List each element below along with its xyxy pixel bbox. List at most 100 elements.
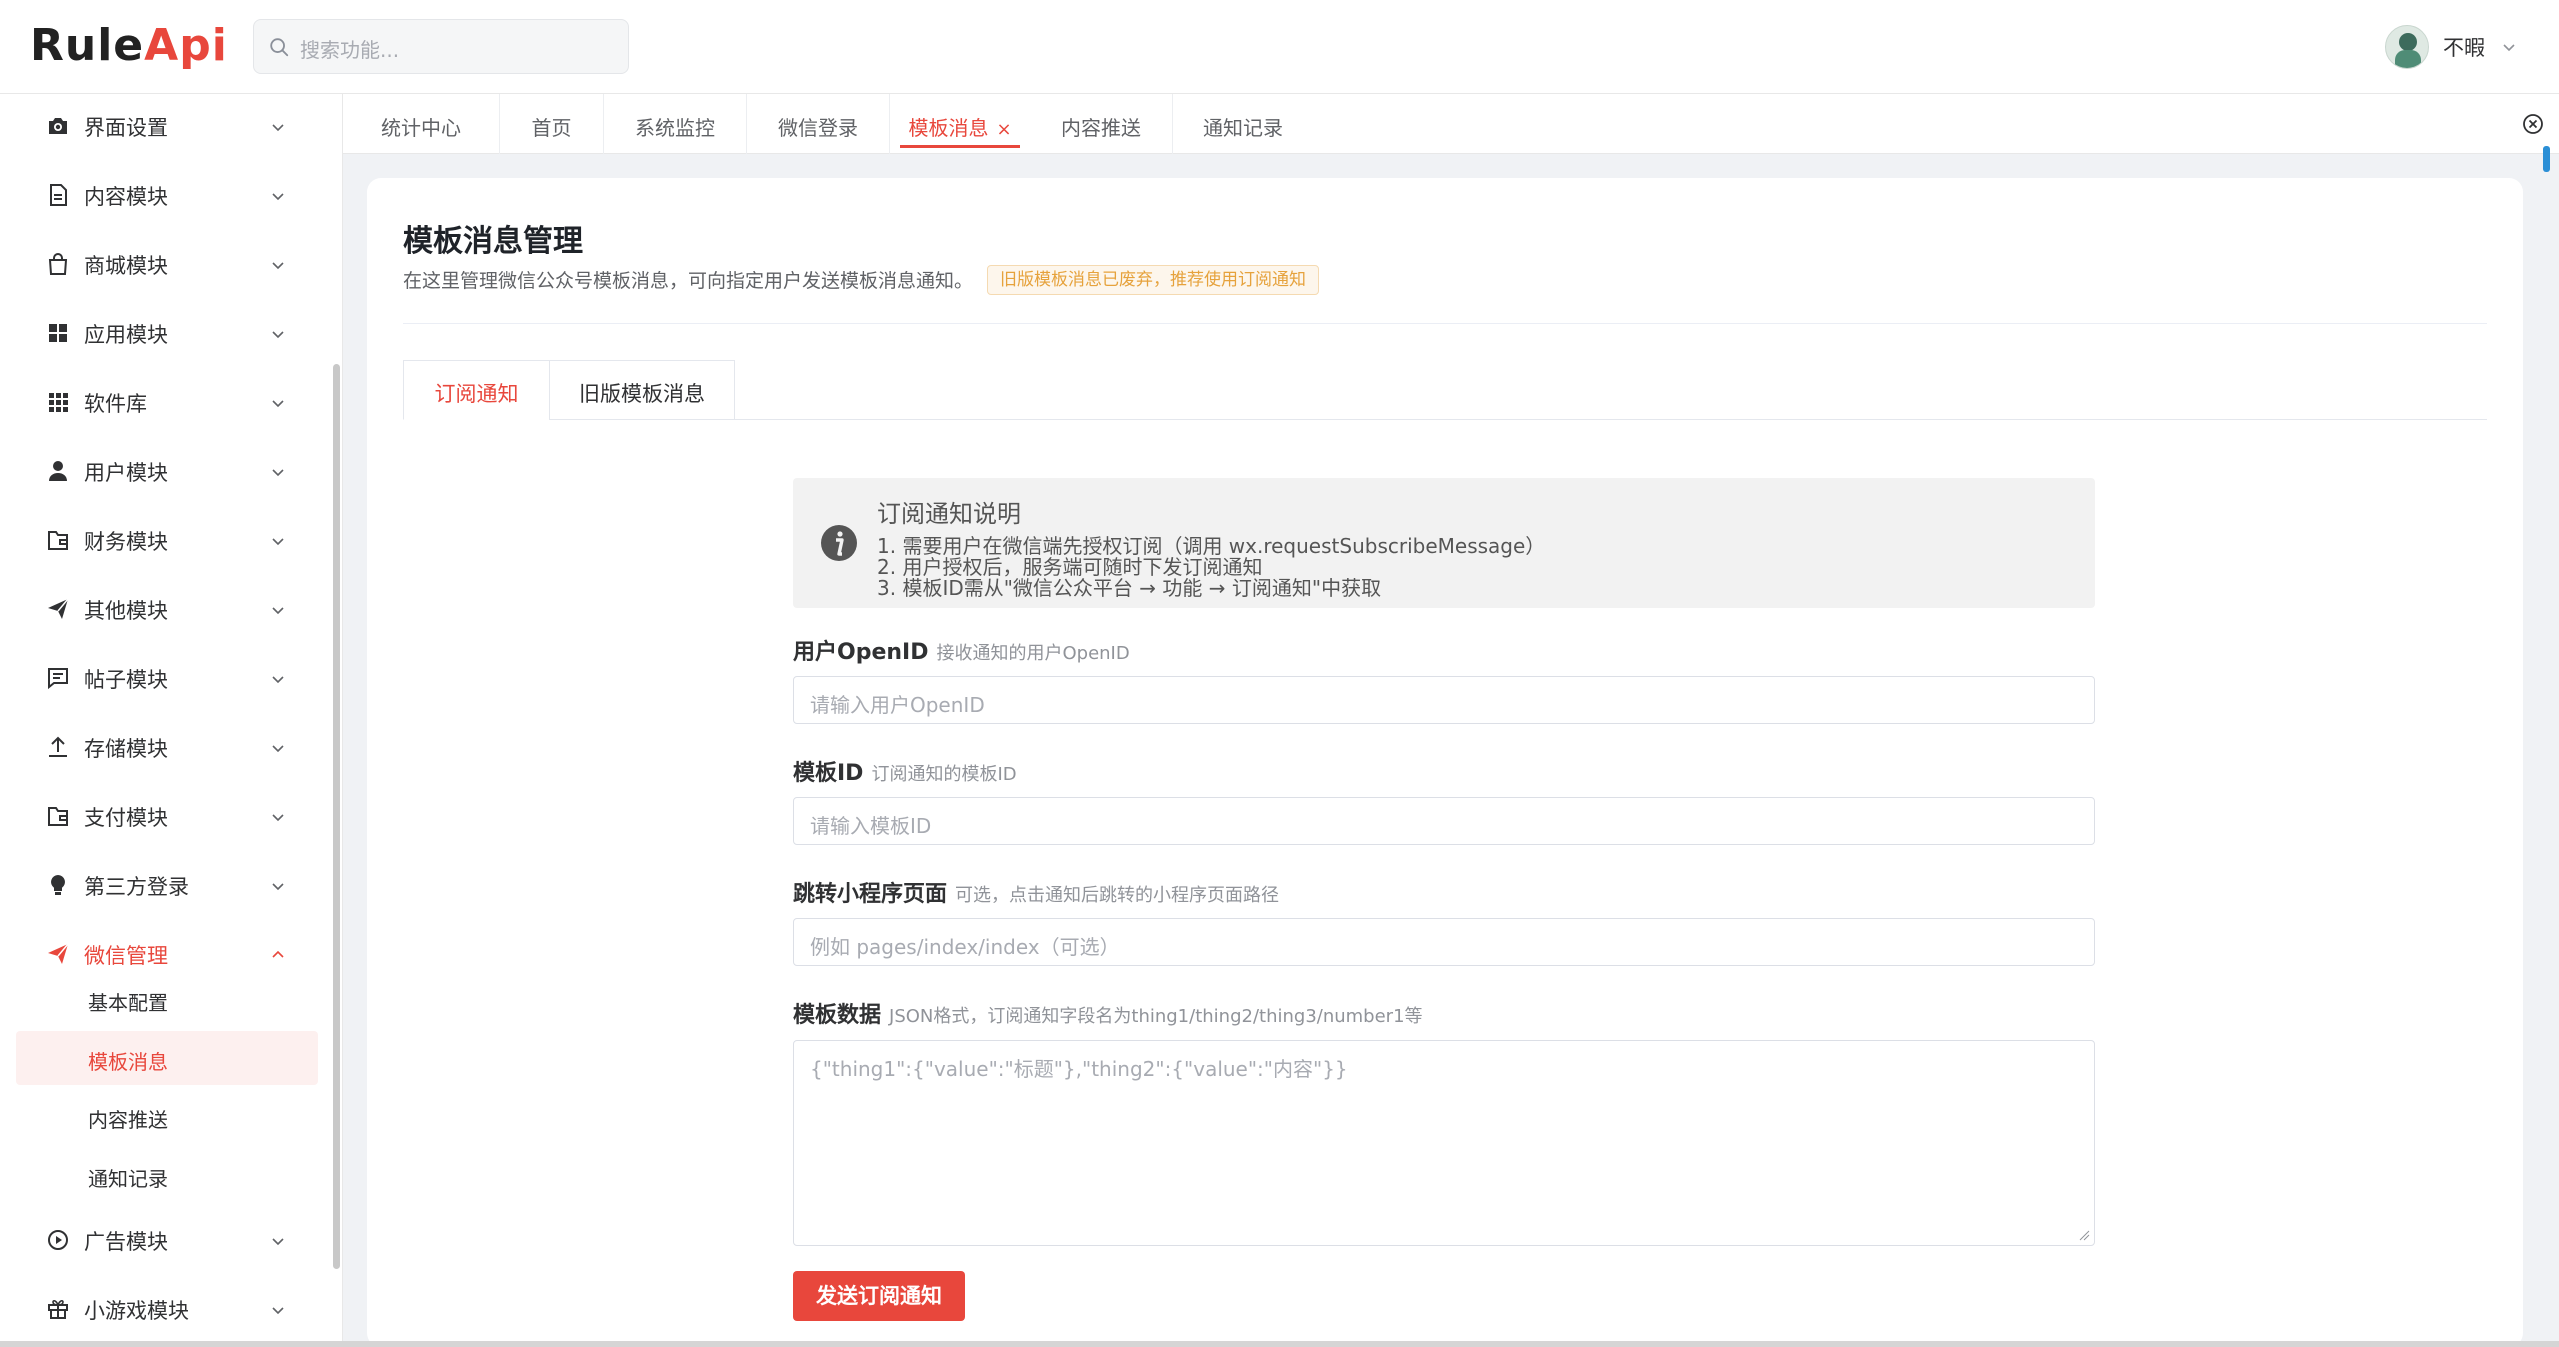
chevron-down-icon [272,745,284,753]
sidebar-item-third-party-login[interactable]: 第三方登录 [0,853,320,917]
resize-grip-icon[interactable] [2078,1229,2090,1241]
close-circle-icon[interactable] [2521,112,2545,136]
tab-legacy-template[interactable]: 旧版模板消息 [549,360,735,420]
sidebar-subitem-notify-log[interactable]: 通知记录 [16,1148,318,1202]
chevron-down-icon [272,193,284,201]
chevron-down-icon [272,124,284,132]
sidebar-subitem-content-push[interactable]: 内容推送 [16,1089,318,1143]
sidebar-item-content[interactable]: 内容模块 [0,163,320,227]
divider [403,323,2487,324]
chevron-down-icon [2503,44,2515,52]
sidebar-item-finance[interactable]: 财务模块 [0,508,320,572]
search-placeholder: 搜索功能... [300,38,400,62]
tab-system-monitor[interactable]: 系统监控 [604,94,747,154]
app-logo[interactable]: RuleApi [30,20,228,71]
sidebar-item-storage[interactable]: 存储模块 [0,715,320,779]
sidebar-item-apps[interactable]: 应用模块 [0,301,320,365]
sidebar-item-users[interactable]: 用户模块 [0,439,320,503]
upload-icon [49,736,67,757]
sidebar-item-ads[interactable]: 广告模块 [0,1208,320,1272]
chevron-down-icon [272,331,284,339]
sidebar: 界面设置 内容模块 商城模块 应用模块 软件库 用户模块 财务模块 其他模块 帖… [0,94,343,1347]
template-data-textarea[interactable]: {"thing1":{"value":"标题"},"thing2":{"valu… [793,1040,2095,1246]
sidebar-item-label: 支付模块 [84,806,168,830]
send-subscribe-notification-button[interactable]: 发送订阅通知 [793,1271,965,1321]
input-placeholder: 请输入用户OpenID [810,693,985,717]
sidebar-subitem-template-message[interactable]: 模板消息 [16,1031,318,1085]
sidebar-item-label: 用户模块 [84,461,168,485]
sidebar-subitem-label: 基本配置 [88,991,168,1015]
field-label-template-id: 模板ID 订阅通知的模板ID [793,755,1017,787]
sidebar-subitem-label: 通知记录 [88,1167,168,1191]
sidebar-item-label: 界面设置 [84,116,168,140]
tab-content-push[interactable]: 内容推送 [1030,94,1173,154]
sidebar-item-label: 内容模块 [84,185,168,209]
field-hint: JSON格式，订阅通知字段名为thing1/thing2/thing3/numb… [889,1006,1423,1027]
sidebar-subitem-basic-config[interactable]: 基本配置 [16,972,318,1026]
wallet-icon [48,807,68,826]
field-label-template-data: 模板数据 JSON格式，订阅通知字段名为thing1/thing2/thing3/… [793,997,1423,1029]
content-scrollbar[interactable] [2543,146,2550,172]
send-icon [48,598,69,619]
play-circle-icon [48,1230,68,1250]
template-id-input[interactable]: 请输入模板ID [793,797,2095,845]
top-header: RuleApi 搜索功能... 不暇 [0,0,2559,94]
openid-input[interactable]: 请输入用户OpenID [793,676,2095,724]
sidebar-item-label: 财务模块 [84,530,168,554]
horizontal-scrollbar[interactable] [0,1341,2559,1347]
tab-template-message[interactable]: 模板消息 × [890,94,1030,154]
chevron-down-icon [272,814,284,822]
apps-grid-icon [49,393,68,412]
field-label-text: 用户OpenID [793,640,929,665]
page-title: 模板消息管理 [403,224,583,259]
tab-wechat-login[interactable]: 微信登录 [747,94,890,154]
field-label-text: 模板ID [793,761,864,786]
sidebar-item-software[interactable]: 软件库 [0,370,320,434]
user-name: 不暇 [2443,36,2485,60]
sidebar-scrollbar[interactable] [333,364,340,1269]
tab-label: 旧版模板消息 [579,382,705,406]
tab-label: 微信登录 [778,116,858,140]
tab-home[interactable]: 首页 [500,94,604,154]
logo-text-api: Api [144,20,228,71]
sidebar-item-label: 小游戏模块 [84,1299,189,1323]
page-description: 在这里管理微信公众号模板消息，可向指定用户发送模板消息通知。 [403,270,974,292]
chevron-down-icon [272,607,284,615]
tab-subscribe-notification[interactable]: 订阅通知 [403,360,550,420]
search-icon [270,38,289,57]
sidebar-item-label: 帖子模块 [84,668,168,692]
tab-label: 订阅通知 [434,382,519,406]
field-hint: 可选，点击通知后跳转的小程序页面路径 [955,885,1280,906]
user-menu[interactable]: 不暇 [2385,22,2519,72]
chevron-down-icon [272,400,284,408]
sidebar-item-other[interactable]: 其他模块 [0,577,320,641]
sidebar-item-minigames[interactable]: 小游戏模块 [0,1277,320,1341]
tab-stats-center[interactable]: 统计中心 [343,94,500,154]
logo-text-rule: Rule [30,20,145,71]
sidebar-item-posts[interactable]: 帖子模块 [0,646,320,710]
sidebar-item-ui-settings[interactable]: 界面设置 [0,94,320,158]
sidebar-subitem-label: 模板消息 [88,1050,168,1074]
page-path-input[interactable]: 例如 pages/index/index（可选） [793,918,2095,966]
tab-label: 统计中心 [381,116,461,140]
sidebar-item-label: 其他模块 [84,599,168,623]
chevron-down-icon [272,1307,284,1315]
search-input[interactable]: 搜索功能... [253,19,629,74]
sidebar-item-payment[interactable]: 支付模块 [0,784,320,848]
sidebar-item-shop[interactable]: 商城模块 [0,232,320,296]
info-icon [821,525,857,561]
page-tabs-bar: 统计中心 首页 系统监控 微信登录 模板消息 × 内容推送 通知记录 [343,94,2559,154]
chevron-down-icon [272,469,284,477]
sidebar-item-label: 存储模块 [84,737,168,761]
tab-notify-log[interactable]: 通知记录 [1173,94,1313,154]
avatar[interactable] [2385,25,2429,69]
info-alert: 订阅通知说明 1. 需要用户在微信端先授权订阅（调用 wx.requestSub… [793,478,2095,608]
sidebar-item-label: 应用模块 [84,323,168,347]
sidebar-item-label: 软件库 [84,392,147,416]
field-label-page: 跳转小程序页面 可选，点击通知后跳转的小程序页面路径 [793,876,1279,908]
tab-label: 内容推送 [1061,116,1141,140]
send-icon [48,943,69,964]
grid-icon [49,324,67,342]
close-icon[interactable]: × [996,119,1011,140]
tab-label: 通知记录 [1203,116,1283,140]
